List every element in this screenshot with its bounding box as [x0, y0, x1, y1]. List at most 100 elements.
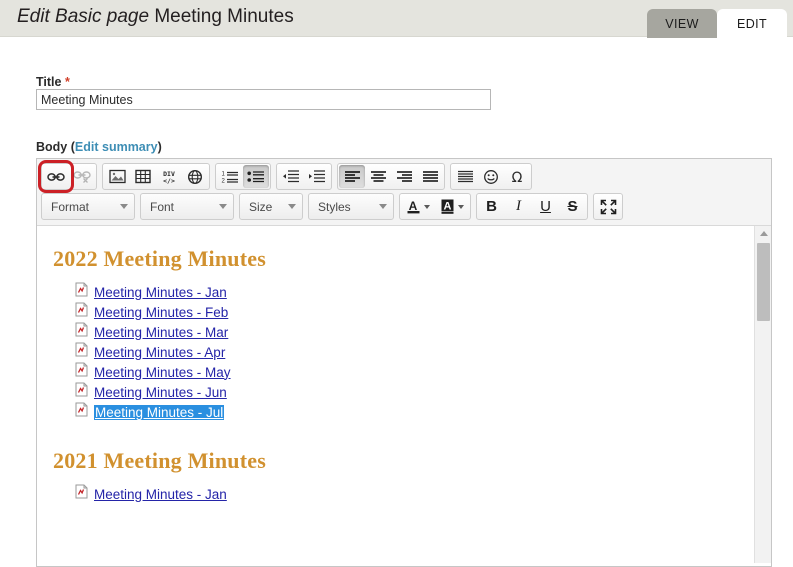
list-item[interactable]: Meeting Minutes - Jan [75, 282, 744, 302]
list-item[interactable]: Meeting Minutes - Jan [75, 484, 744, 504]
decrease-indent-icon[interactable] [278, 165, 304, 188]
bulleted-list-icon[interactable] [243, 165, 269, 188]
toolbar-group-indent [276, 163, 332, 190]
toolbar-group-align [337, 163, 445, 190]
align-left-icon[interactable] [339, 165, 365, 188]
tab-view-label: VIEW [665, 16, 699, 31]
minutes-link[interactable]: Meeting Minutes - Apr [94, 345, 225, 360]
table-icon[interactable] [130, 165, 156, 188]
chevron-down-icon [120, 204, 128, 209]
font-select[interactable]: Font [140, 193, 234, 220]
list-item[interactable]: Meeting Minutes - May [75, 362, 744, 382]
size-select-label: Size [249, 199, 273, 214]
editable-body[interactable]: 2022 Meeting Minutes Meeting Minutes - J… [37, 226, 754, 563]
list-item[interactable]: Meeting Minutes - Feb [75, 302, 744, 322]
unlink-icon [69, 165, 95, 188]
page-header: Edit Basic page Meeting Minutes VIEW EDI… [0, 0, 793, 38]
tab-view[interactable]: VIEW [647, 9, 717, 38]
edit-summary-link[interactable]: Edit summary [75, 140, 158, 154]
svg-text:A: A [443, 201, 451, 213]
styles-select[interactable]: Styles [308, 193, 394, 220]
list-item[interactable]: Meeting Minutes - Jun [75, 382, 744, 402]
primary-tabs: VIEW EDIT [647, 8, 787, 38]
minutes-link-selected[interactable]: Meeting Minutes - Jul [94, 404, 225, 420]
justify-icon[interactable] [417, 165, 443, 188]
minutes-link[interactable]: Meeting Minutes - Jan [94, 487, 227, 502]
size-select[interactable]: Size [239, 193, 303, 220]
toolbar-group-insert: DIV </> [102, 163, 210, 190]
toolbar-row-2: Format Font Size Styles A A B I U S [41, 193, 767, 220]
font-select-label: Font [150, 199, 175, 214]
chevron-down-icon [457, 204, 464, 209]
section-heading: 2022 Meeting Minutes [53, 246, 266, 271]
chevron-down-icon [288, 204, 296, 209]
tab-edit[interactable]: EDIT [717, 9, 787, 38]
document-icon [75, 484, 88, 504]
svg-text:</>: </> [163, 177, 175, 185]
underline-button[interactable]: U [532, 195, 559, 218]
strikethrough-button-label: S [567, 198, 578, 215]
toolbar-group-maximize [593, 193, 623, 220]
increase-indent-icon[interactable] [304, 165, 330, 188]
format-select[interactable]: Format [41, 193, 135, 220]
toolbar-group-misc: Ω [450, 163, 532, 190]
page-title-node-name: Meeting Minutes [154, 6, 294, 27]
special-character-icon[interactable]: Ω [504, 165, 530, 188]
minutes-link[interactable]: Meeting Minutes - Mar [94, 325, 228, 340]
svg-text:1: 1 [222, 172, 226, 178]
editor-content-area[interactable]: 2022 Meeting Minutes Meeting Minutes - J… [37, 226, 771, 563]
chevron-down-icon [219, 204, 227, 209]
background-color-button[interactable]: A [435, 195, 469, 218]
toolbar-group-lists: 1 2 [215, 163, 271, 190]
minutes-link[interactable]: Meeting Minutes - Feb [94, 305, 228, 320]
underline-button-label: U [540, 198, 551, 215]
page-title: Edit Basic page Meeting Minutes [17, 6, 294, 28]
section-heading: 2021 Meeting Minutes [53, 448, 266, 473]
anchor-globe-icon[interactable] [182, 165, 208, 188]
title-input[interactable] [36, 89, 491, 110]
smiley-icon[interactable] [478, 165, 504, 188]
list-item[interactable]: Meeting Minutes - Jul [75, 402, 744, 422]
content-scrollbar[interactable] [754, 226, 771, 563]
toolbar-group-colors: A A [399, 193, 471, 220]
scrollbar-thumb[interactable] [757, 243, 770, 321]
document-icon [75, 402, 88, 422]
show-blocks-icon[interactable] [452, 165, 478, 188]
ckeditor-wrapper: DIV </> 1 2 Ω Format Font Size Styles A … [36, 158, 772, 567]
image-icon[interactable] [104, 165, 130, 188]
italic-button[interactable]: I [505, 195, 532, 218]
maximize-button[interactable] [595, 195, 621, 218]
body-label-text: Body [36, 140, 68, 154]
svg-text:A: A [408, 199, 417, 213]
div-container-icon[interactable]: DIV </> [156, 165, 182, 188]
minutes-link[interactable]: Meeting Minutes - Jun [94, 385, 227, 400]
document-icon [75, 282, 88, 302]
title-field-label: Title * [36, 75, 70, 89]
document-icon [75, 342, 88, 362]
bold-button-label: B [486, 198, 497, 215]
link-icon[interactable] [38, 160, 74, 193]
minutes-link[interactable]: Meeting Minutes - Jan [94, 285, 227, 300]
toolbar-group-links [38, 160, 97, 193]
scroll-up-arrow-icon[interactable] [755, 226, 771, 241]
title-label-text: Title [36, 75, 62, 89]
numbered-list-icon[interactable]: 1 2 [217, 165, 243, 188]
minutes-list: Meeting Minutes - Jan Meeting Minutes - … [57, 282, 744, 422]
editor-toolbar: DIV </> 1 2 Ω Format Font Size Styles A … [37, 159, 771, 226]
list-item[interactable]: Meeting Minutes - Mar [75, 322, 744, 342]
chevron-down-icon [379, 204, 387, 209]
document-icon [75, 322, 88, 342]
document-icon [75, 362, 88, 382]
align-center-icon[interactable] [365, 165, 391, 188]
bold-button[interactable]: B [478, 195, 505, 218]
strikethrough-button[interactable]: S [559, 195, 586, 218]
tab-edit-label: EDIT [736, 16, 768, 31]
text-color-button[interactable]: A [401, 195, 435, 218]
minutes-link[interactable]: Meeting Minutes - May [94, 365, 231, 380]
required-marker: * [64, 75, 70, 89]
align-right-icon[interactable] [391, 165, 417, 188]
list-item[interactable]: Meeting Minutes - Apr [75, 342, 744, 362]
document-icon [75, 302, 88, 322]
styles-select-label: Styles [318, 199, 351, 214]
document-icon [75, 382, 88, 402]
